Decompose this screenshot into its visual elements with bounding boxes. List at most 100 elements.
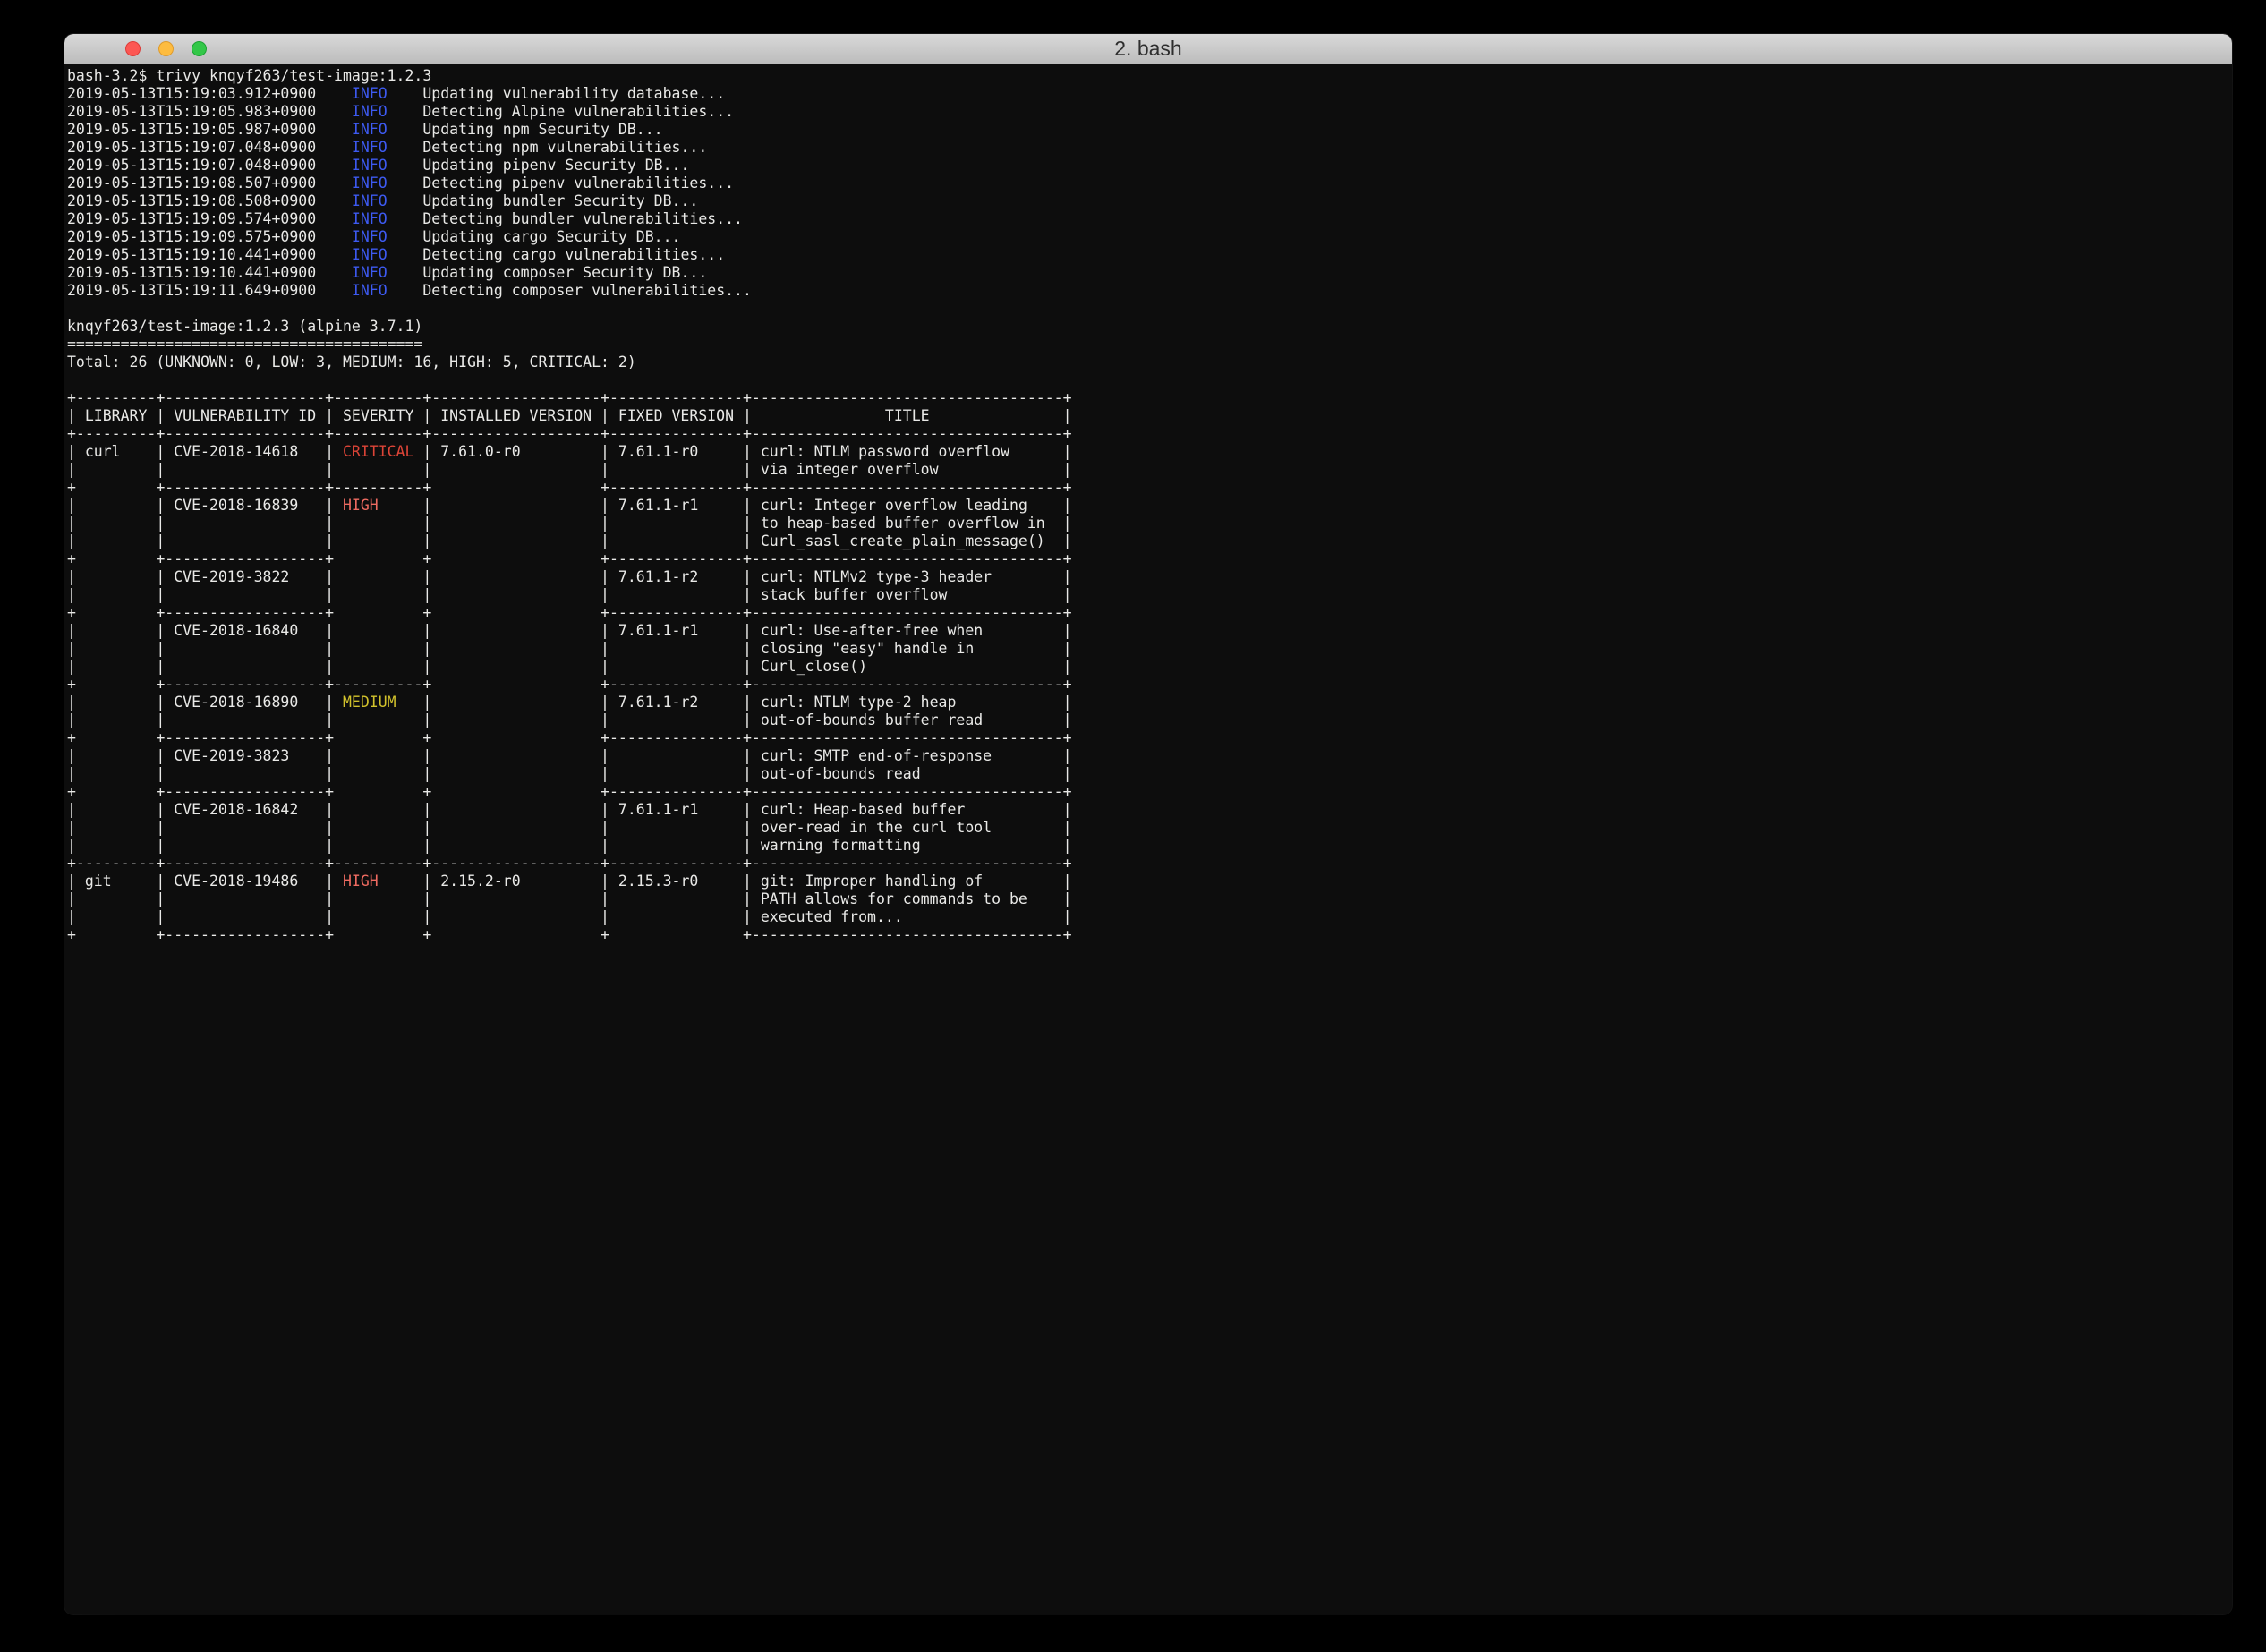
zoom-button[interactable] [192,41,207,56]
terminal-text: knqyf263/test-image:1.2.3 (alpine 3.7.1) [67,318,422,335]
terminal-text: | | | | | | executed from... | [67,908,1072,925]
table-row-line: | | | | | | warning formatting | [67,837,2232,855]
terminal-text: Detecting composer vulnerabilities... [388,282,752,299]
terminal-text: Updating pipenv Security DB... [388,157,690,174]
table-row-line: | | CVE-2019-3822 | | | 7.61.1-r2 | curl… [67,568,2232,586]
table-row-line: | | | | | | PATH allows for commands to … [67,890,2232,908]
table-bottom-separator: + +------------------+ + + +------------… [67,926,2232,944]
terminal-text: + +------------------+ + +--------------… [67,783,1072,800]
log-line: 2019-05-13T15:19:10.441+0900 INFO Updati… [67,264,2232,282]
terminal-text: | | CVE-2018-16840 | | | 7.61.1-r1 | cur… [67,622,1072,639]
traffic-lights [125,34,207,64]
table-row-separator: + +------------------+ + +--------------… [67,550,2232,568]
terminal-text: Detecting cargo vulnerabilities... [388,246,726,263]
severity-high: HIGH [343,873,379,890]
terminal-text: | git | CVE-2018-19486 | [67,873,343,890]
terminal-text: | | 7.61.1-r1 | curl: Integer overflow l… [379,497,1072,514]
table-header: | LIBRARY | VULNERABILITY ID | SEVERITY … [67,407,2232,425]
terminal-text: 2019-05-13T15:19:07.048+0900 [67,139,352,156]
terminal-text: | | | | | | closing "easy" handle in | [67,640,1072,657]
table-row-line: | | CVE-2018-16890 | MEDIUM | | 7.61.1-r… [67,694,2232,711]
terminal-text: 2019-05-13T15:19:03.912+0900 [67,85,352,102]
terminal-text: | | | | | | over-read in the curl tool | [67,819,1072,836]
log-line: 2019-05-13T15:19:09.574+0900 INFO Detect… [67,210,2232,228]
log-level-info: INFO [352,210,388,227]
report-underline: ======================================== [67,336,2232,353]
log-line: 2019-05-13T15:19:05.983+0900 INFO Detect… [67,103,2232,121]
terminal-text: Updating bundler Security DB... [388,192,699,209]
terminal-text: + +------------------+ + +--------------… [67,604,1072,621]
log-level-info: INFO [352,85,388,102]
table-row-separator: + +------------------+----------+ +-----… [67,479,2232,497]
table-row-separator: + +------------------+ + +--------------… [67,604,2232,622]
table-row-line: | curl | CVE-2018-14618 | CRITICAL | 7.6… [67,443,2232,461]
report-total-line: Total: 26 (UNKNOWN: 0, LOW: 3, MEDIUM: 1… [67,353,2232,371]
table-row-line: | | | | | | stack buffer overflow | [67,586,2232,604]
log-line: 2019-05-13T15:19:07.048+0900 INFO Updati… [67,157,2232,175]
terminal-text: 2019-05-13T15:19:07.048+0900 [67,157,352,174]
table-header-border: +---------+------------------+----------… [67,425,2232,443]
blank-line [67,371,2232,389]
severity-medium: MEDIUM [343,694,396,711]
terminal-screen[interactable]: bash-3.2$ trivy knqyf263/test-image:1.2.… [64,64,2232,944]
terminal-text: Updating cargo Security DB... [388,228,681,245]
prompt-line: bash-3.2$ trivy knqyf263/test-image:1.2.… [67,67,2232,85]
terminal-text: Detecting pipenv vulnerabilities... [388,175,734,192]
table-row-line: | | CVE-2018-16840 | | | 7.61.1-r1 | cur… [67,622,2232,640]
log-level-info: INFO [352,228,388,245]
table-row-separator: +---------+------------------+----------… [67,855,2232,873]
log-level-info: INFO [352,103,388,120]
log-level-info: INFO [352,246,388,263]
report-image-line: knqyf263/test-image:1.2.3 (alpine 3.7.1) [67,318,2232,336]
minimize-button[interactable] [158,41,174,56]
terminal-text: | LIBRARY | VULNERABILITY ID | SEVERITY … [67,407,1072,424]
terminal-text: 2019-05-13T15:19:10.441+0900 [67,246,352,263]
terminal-text: 2019-05-13T15:19:05.987+0900 [67,121,352,138]
table-row-line: | | CVE-2019-3823 | | | | curl: SMTP end… [67,747,2232,765]
log-level-info: INFO [352,121,388,138]
terminal-text: 2019-05-13T15:19:11.649+0900 [67,282,352,299]
terminal-text: + +------------------+ + +--------------… [67,729,1072,746]
terminal-text: | curl | CVE-2018-14618 | [67,443,343,460]
severity-high: HIGH [343,497,379,514]
terminal-text: bash-3.2$ trivy knqyf263/test-image:1.2.… [67,67,431,84]
terminal-text: Detecting Alpine vulnerabilities... [388,103,734,120]
terminal-text: + +------------------+----------+ +-----… [67,676,1072,693]
terminal-text: +---------+------------------+----------… [67,855,1072,872]
terminal-text: | | | | | | warning formatting | [67,837,1072,854]
terminal-text: 2019-05-13T15:19:08.507+0900 [67,175,352,192]
terminal-text: Updating npm Security DB... [388,121,663,138]
terminal-text: | | 7.61.1-r2 | curl: NTLM type-2 heap | [396,694,1072,711]
terminal-text: 2019-05-13T15:19:08.508+0900 [67,192,352,209]
log-line: 2019-05-13T15:19:09.575+0900 INFO Updati… [67,228,2232,246]
title-bar[interactable]: 2. bash [64,34,2232,64]
terminal-text: | | | | | | out-of-bounds read | [67,765,1072,782]
table-row-line: | | | | | | Curl_close() | [67,658,2232,676]
close-button[interactable] [125,41,141,56]
terminal-text: | | | | | | stack buffer overflow | [67,586,1072,603]
log-line: 2019-05-13T15:19:08.507+0900 INFO Detect… [67,175,2232,192]
terminal-text: Total: 26 (UNKNOWN: 0, LOW: 3, MEDIUM: 1… [67,353,636,370]
terminal-text: 2019-05-13T15:19:10.441+0900 [67,264,352,281]
terminal-text: + +------------------+ + + +------------… [67,926,1072,943]
terminal-text: Detecting bundler vulnerabilities... [388,210,743,227]
terminal-text: Updating composer Security DB... [388,264,708,281]
terminal-text: Updating vulnerability database... [388,85,726,102]
log-level-info: INFO [352,175,388,192]
table-row-separator: + +------------------+ + +--------------… [67,729,2232,747]
table-row-line: | | | | | | out-of-bounds buffer read | [67,711,2232,729]
log-level-info: INFO [352,139,388,156]
terminal-text: | 2.15.2-r0 | 2.15.3-r0 | git: Improper … [379,873,1072,890]
terminal-text: | | | | | | to heap-based buffer overflo… [67,515,1072,532]
terminal-text: | | CVE-2018-16842 | | | 7.61.1-r1 | cur… [67,801,1072,818]
table-row-line: | | | | | | Curl_sasl_create_plain_messa… [67,532,2232,550]
terminal-text: 2019-05-13T15:19:09.574+0900 [67,210,352,227]
terminal-text: +---------+------------------+----------… [67,389,1072,406]
terminal-text: + +------------------+----------+ +-----… [67,479,1072,496]
terminal-text: | | | | | | Curl_sasl_create_plain_messa… [67,532,1072,549]
log-line: 2019-05-13T15:19:11.649+0900 INFO Detect… [67,282,2232,300]
terminal-text: 2019-05-13T15:19:09.575+0900 [67,228,352,245]
log-level-info: INFO [352,157,388,174]
terminal-text: | | | | | | PATH allows for commands to … [67,890,1072,907]
window-title: 2. bash [1114,37,1181,61]
